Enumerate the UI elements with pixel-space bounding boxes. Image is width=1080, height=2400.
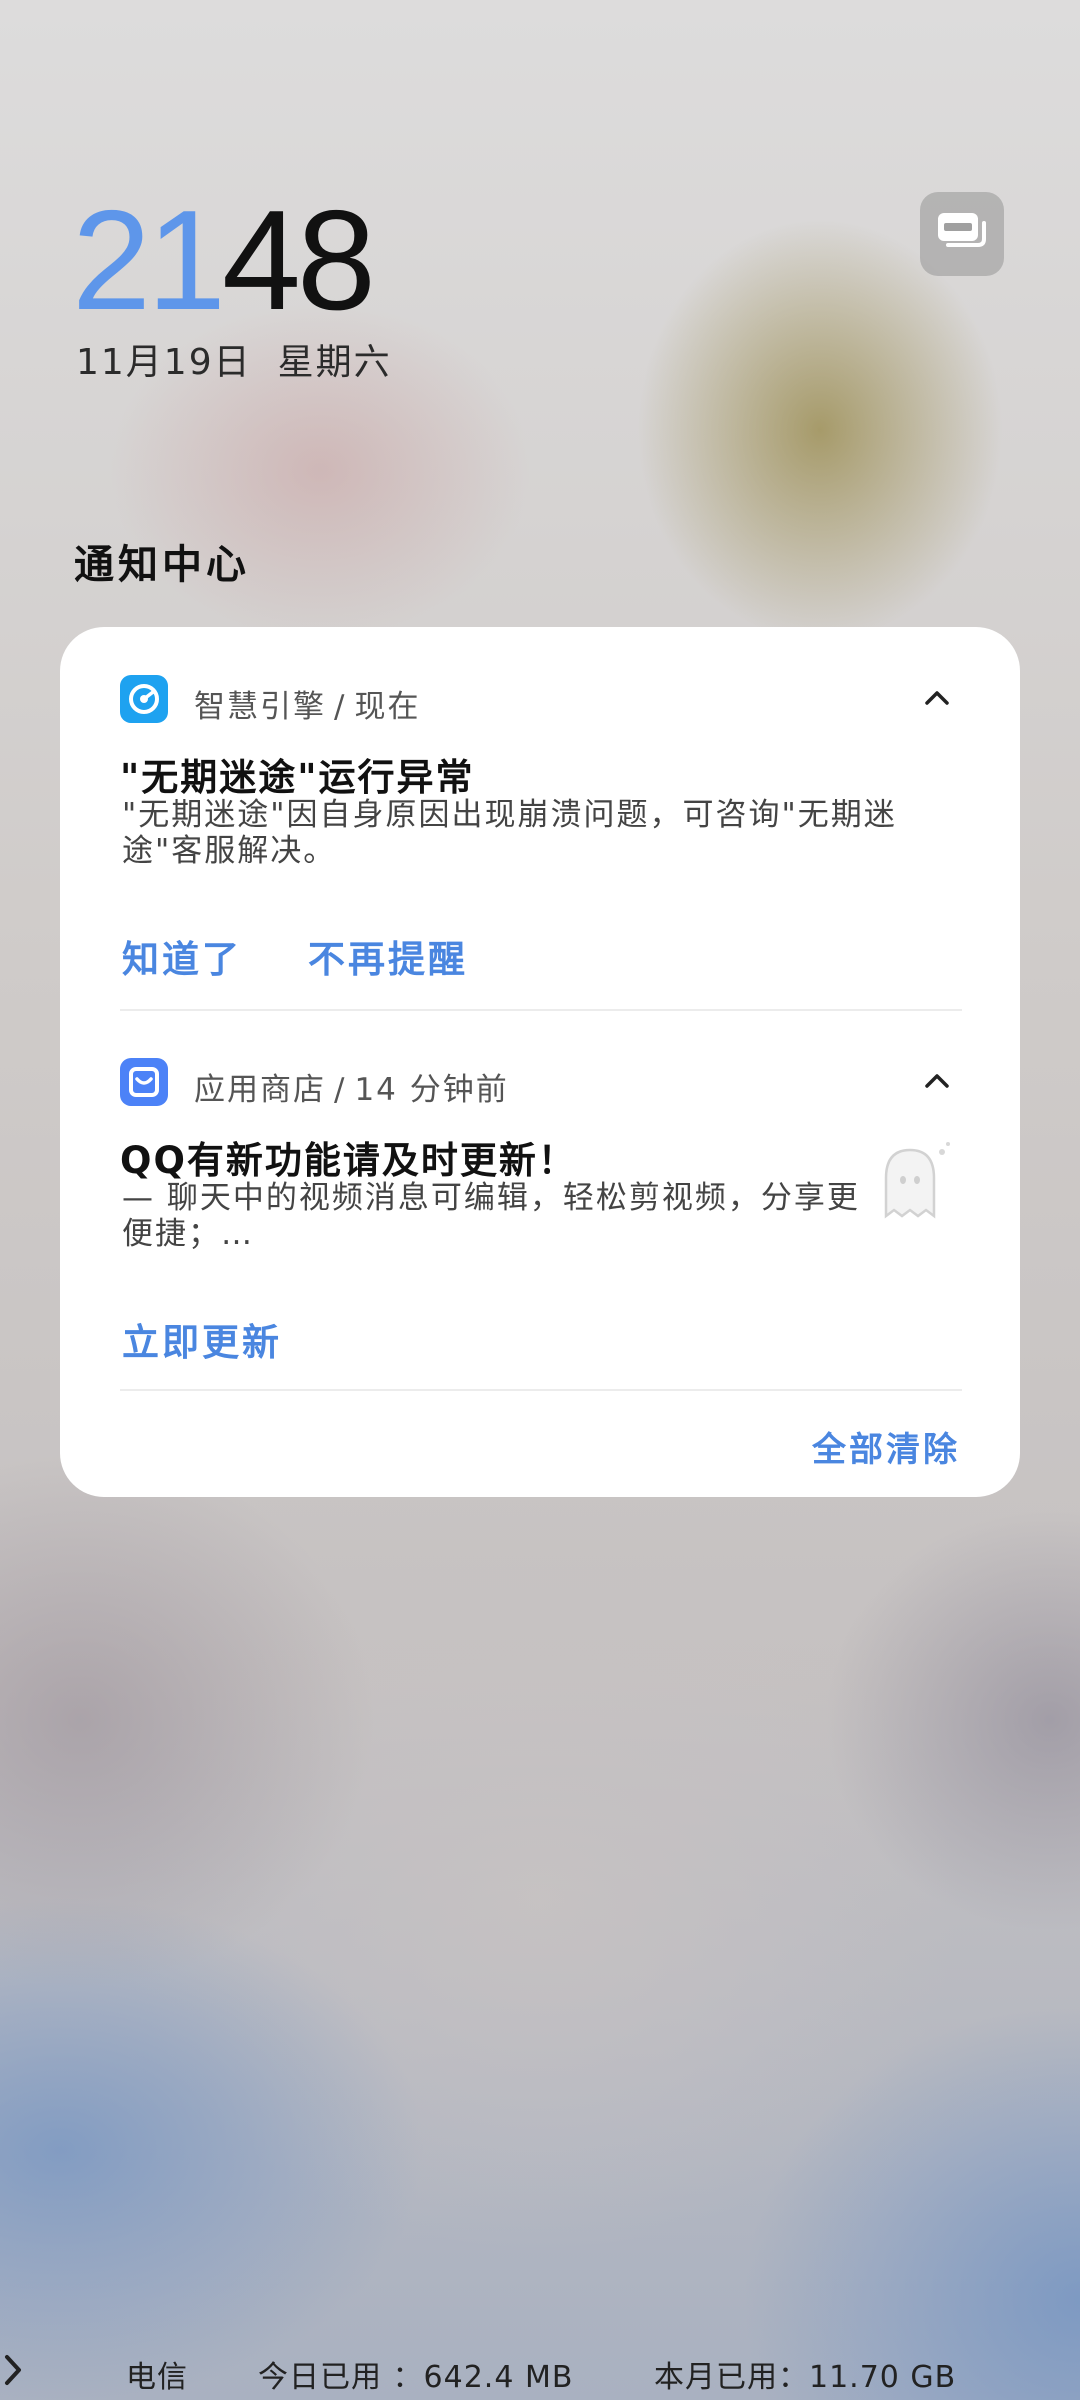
clock-minute: 48 <box>221 181 376 340</box>
meta-separator: / <box>334 1072 347 1108</box>
update-now-button[interactable]: 立即更新 <box>122 1312 282 1366</box>
carrier-label: 电信 <box>126 2360 188 2395</box>
chevron-right-icon[interactable] <box>0 2352 26 2388</box>
divider <box>120 1389 962 1391</box>
meta-separator: / <box>334 689 347 725</box>
weekday-text: 星期六 <box>277 342 392 383</box>
clear-all-button[interactable]: 全部清除 <box>812 1422 960 1471</box>
notification-actions: 知道了 不再提醒 <box>122 929 534 983</box>
notification-actions: 立即更新 <box>122 1312 348 1366</box>
shopping-bag-icon <box>120 1058 168 1106</box>
clock-hour: 21 <box>72 181 226 340</box>
notification-header: 应用商店/14 分钟前 <box>120 1058 962 1108</box>
notification-body: — 聊天中的视频消息可编辑，轻松剪视频，分享更便捷；… <box>122 1180 860 1252</box>
notification-item[interactable]: 应用商店/14 分钟前 QQ有新功能请及时更新！ — 聊天中的视频消息可编辑，轻… <box>120 1010 962 1390</box>
app-name: 智慧引擎 <box>194 689 326 725</box>
date-text: 11月19日 <box>76 342 252 383</box>
engine-gauge-icon <box>120 675 168 723</box>
notification-manage-button[interactable] <box>920 192 1004 276</box>
notification-time: 14 分钟前 <box>354 1072 509 1108</box>
app-name: 应用商店 <box>194 1072 326 1108</box>
notification-header: 智慧引擎 / 现在 <box>120 675 962 725</box>
month-usage: 本月已用：11.70 GB <box>654 2360 957 2395</box>
data-usage-bar[interactable]: 电信 今日已用 ：642.4 MB 本月已用：11.70 GB <box>0 2352 1080 2396</box>
acknowledge-button[interactable]: 知道了 <box>122 929 242 983</box>
notification-title: "无期迷途"运行异常 <box>120 756 475 799</box>
lockscreen-clock: 2148 <box>72 190 376 332</box>
notification-app-meta: 智慧引擎 / 现在 <box>194 681 420 726</box>
do-not-remind-button[interactable]: 不再提醒 <box>308 929 468 983</box>
today-usage: 今日已用 ：642.4 MB <box>258 2360 574 2395</box>
notification-title: QQ有新功能请及时更新！ <box>120 1139 577 1182</box>
notification-body: "无期迷途"因自身原因出现崩溃问题，可咨询"无期迷途"客服解决。 <box>122 797 897 869</box>
notification-app-meta: 应用商店/14 分钟前 <box>194 1064 509 1109</box>
notification-card: 智慧引擎 / 现在 "无期迷途"运行异常 "无期迷途"因自身原因出现崩溃问题，可咨询… <box>60 627 1020 1497</box>
qq-ghost-thumbnail-icon <box>884 1142 950 1219</box>
manage-notifications-icon <box>938 213 986 247</box>
chevron-up-icon[interactable] <box>922 683 952 713</box>
lockscreen-date: 11月19日 星期六 <box>76 333 392 385</box>
notification-center-title: 通知中心 <box>74 542 250 588</box>
notification-time: 现在 <box>354 689 421 725</box>
notification-item[interactable]: 智慧引擎 / 现在 "无期迷途"运行异常 "无期迷途"因自身原因出现崩溃问题，可咨询… <box>120 627 962 1010</box>
chevron-up-icon[interactable] <box>922 1066 952 1096</box>
